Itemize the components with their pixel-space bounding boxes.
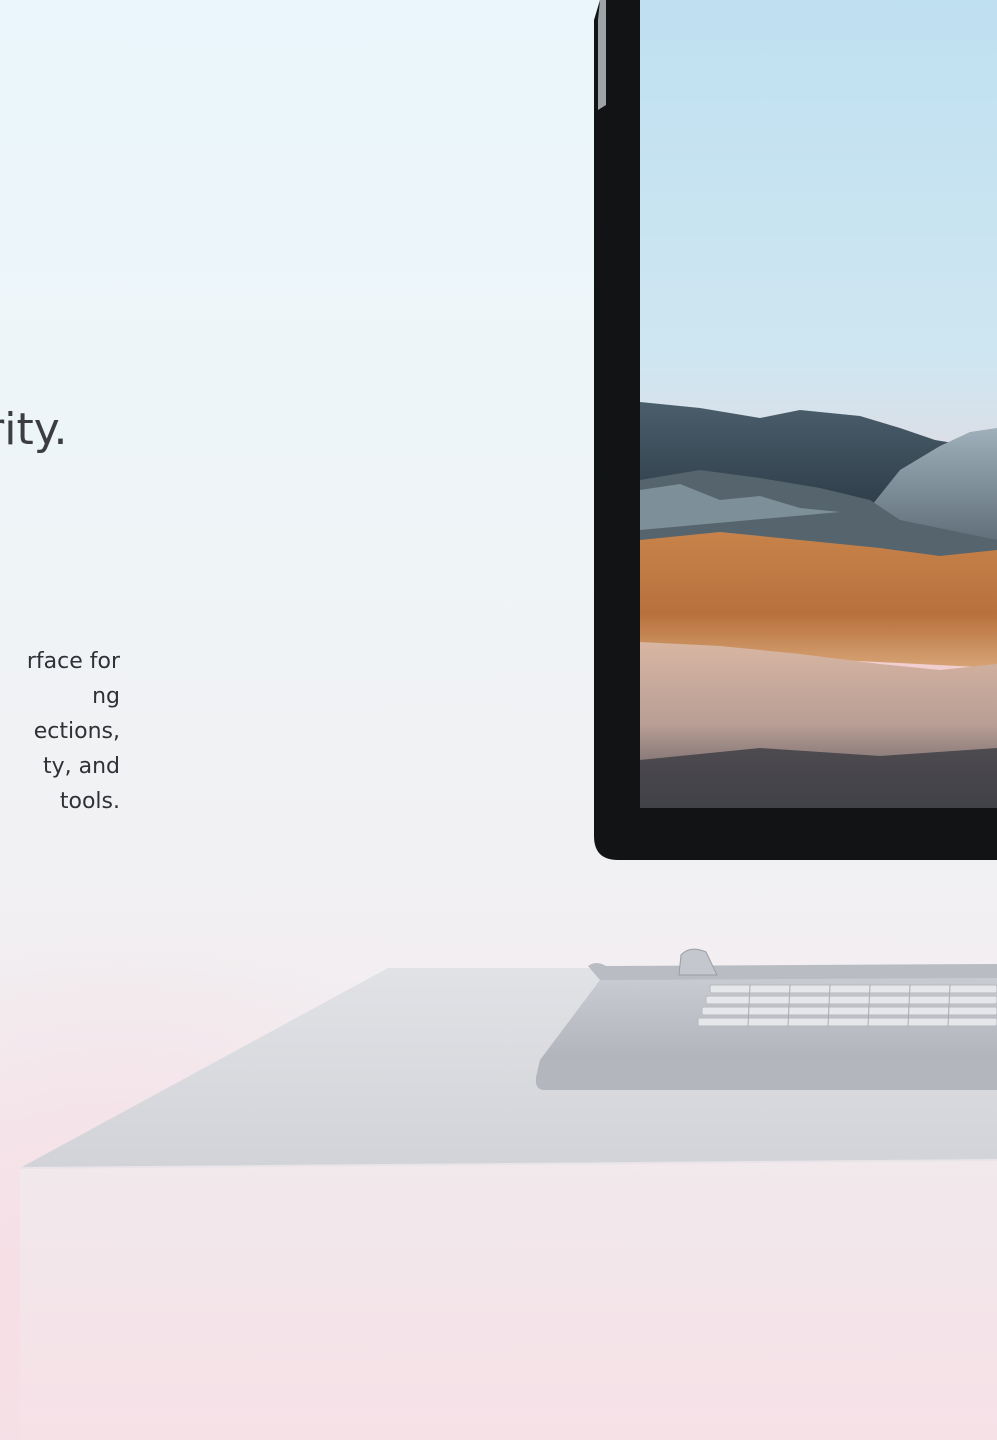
product-scene: [19, 0, 997, 1440]
description-line-1: rface for: [26, 649, 120, 674]
description-line-2: ng: [92, 684, 120, 709]
description-line-3: ections,: [33, 719, 120, 744]
headline-line-2: red security.: [0, 404, 68, 455]
hero-section: ed red security. rface for ng ections, t…: [0, 0, 997, 1440]
hero-headline: ed red security.: [0, 340, 300, 460]
pedestal-front: [20, 1160, 997, 1440]
description-line-5: tools.: [59, 789, 120, 814]
headline-line-1: ed: [0, 340, 300, 400]
hinge-knob: [678, 948, 718, 976]
description-line-4: ty, and: [42, 754, 120, 779]
screen-wallpaper: [640, 0, 997, 808]
hero-description: rface for ng ections, ty, and tools.: [0, 644, 120, 819]
